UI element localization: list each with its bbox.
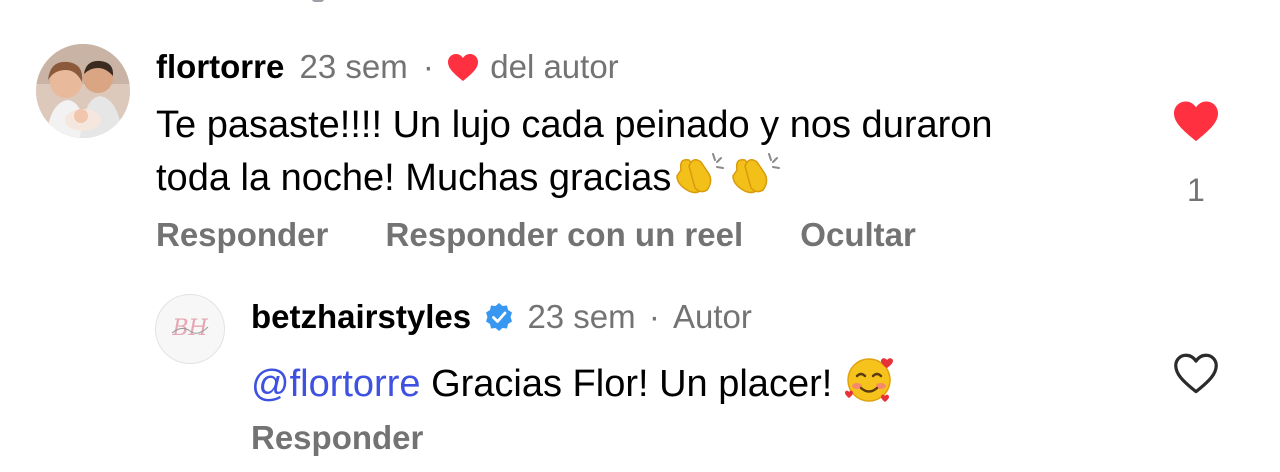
- reply-text: @flortorre Gracias Flor! Un placer!: [251, 352, 897, 415]
- avatar[interactable]: [36, 44, 130, 138]
- brand-logo: BH: [171, 316, 208, 341]
- reply-actions: Responder: [251, 418, 423, 458]
- reply-time: 23 sem: [527, 298, 636, 335]
- author-like-label: del autor: [490, 48, 619, 85]
- like-button[interactable]: [1172, 352, 1220, 401]
- reply-header: betzhairstyles 23 sem · Autor: [251, 297, 752, 341]
- comment-time: 23 sem: [299, 48, 408, 85]
- comment-text-line2: toda la noche! Muchas gracias: [156, 157, 672, 199]
- comment-actions: Responder Responder con un reel Ocultar: [156, 215, 916, 255]
- verified-badge-icon: [484, 301, 514, 341]
- smiling-face-with-hearts-emoji: [843, 352, 897, 415]
- reply-button[interactable]: Responder: [251, 419, 423, 456]
- separator: ·: [648, 298, 660, 335]
- clapping-hands-emoji: [727, 148, 783, 207]
- heart-icon: [1174, 101, 1218, 142]
- heart-icon: [447, 52, 479, 92]
- reply-username[interactable]: betzhairstyles: [251, 298, 471, 335]
- comment-username[interactable]: flortorre: [156, 48, 284, 85]
- hide-button[interactable]: Ocultar: [800, 216, 916, 253]
- mention-link[interactable]: @flortorre: [251, 363, 421, 405]
- like-button[interactable]: [1172, 100, 1220, 149]
- reply-button[interactable]: Responder: [156, 216, 328, 253]
- reply-with-reel-button[interactable]: Responder con un reel: [386, 216, 744, 253]
- heart-outline-icon: [1174, 353, 1218, 394]
- svg-text:BH: BH: [171, 316, 208, 341]
- comment-text-line1: Te pasaste!!!! Un lujo cada peinado y no…: [156, 104, 993, 146]
- comment-text: Te pasaste!!!! Un lujo cada peinado y no…: [156, 102, 993, 207]
- reply-text-body: Gracias Flor! Un placer!: [431, 363, 833, 405]
- avatar-photo: [36, 44, 130, 138]
- avatar[interactable]: BH: [155, 294, 225, 364]
- scroll-fragment: [312, 0, 324, 2]
- author-label: Autor: [673, 298, 752, 335]
- comment-header: flortorre 23 sem · del autor: [156, 47, 619, 92]
- separator: ·: [422, 48, 434, 85]
- clapping-hands-emoji: [671, 148, 727, 207]
- like-count: 1: [1187, 172, 1205, 208]
